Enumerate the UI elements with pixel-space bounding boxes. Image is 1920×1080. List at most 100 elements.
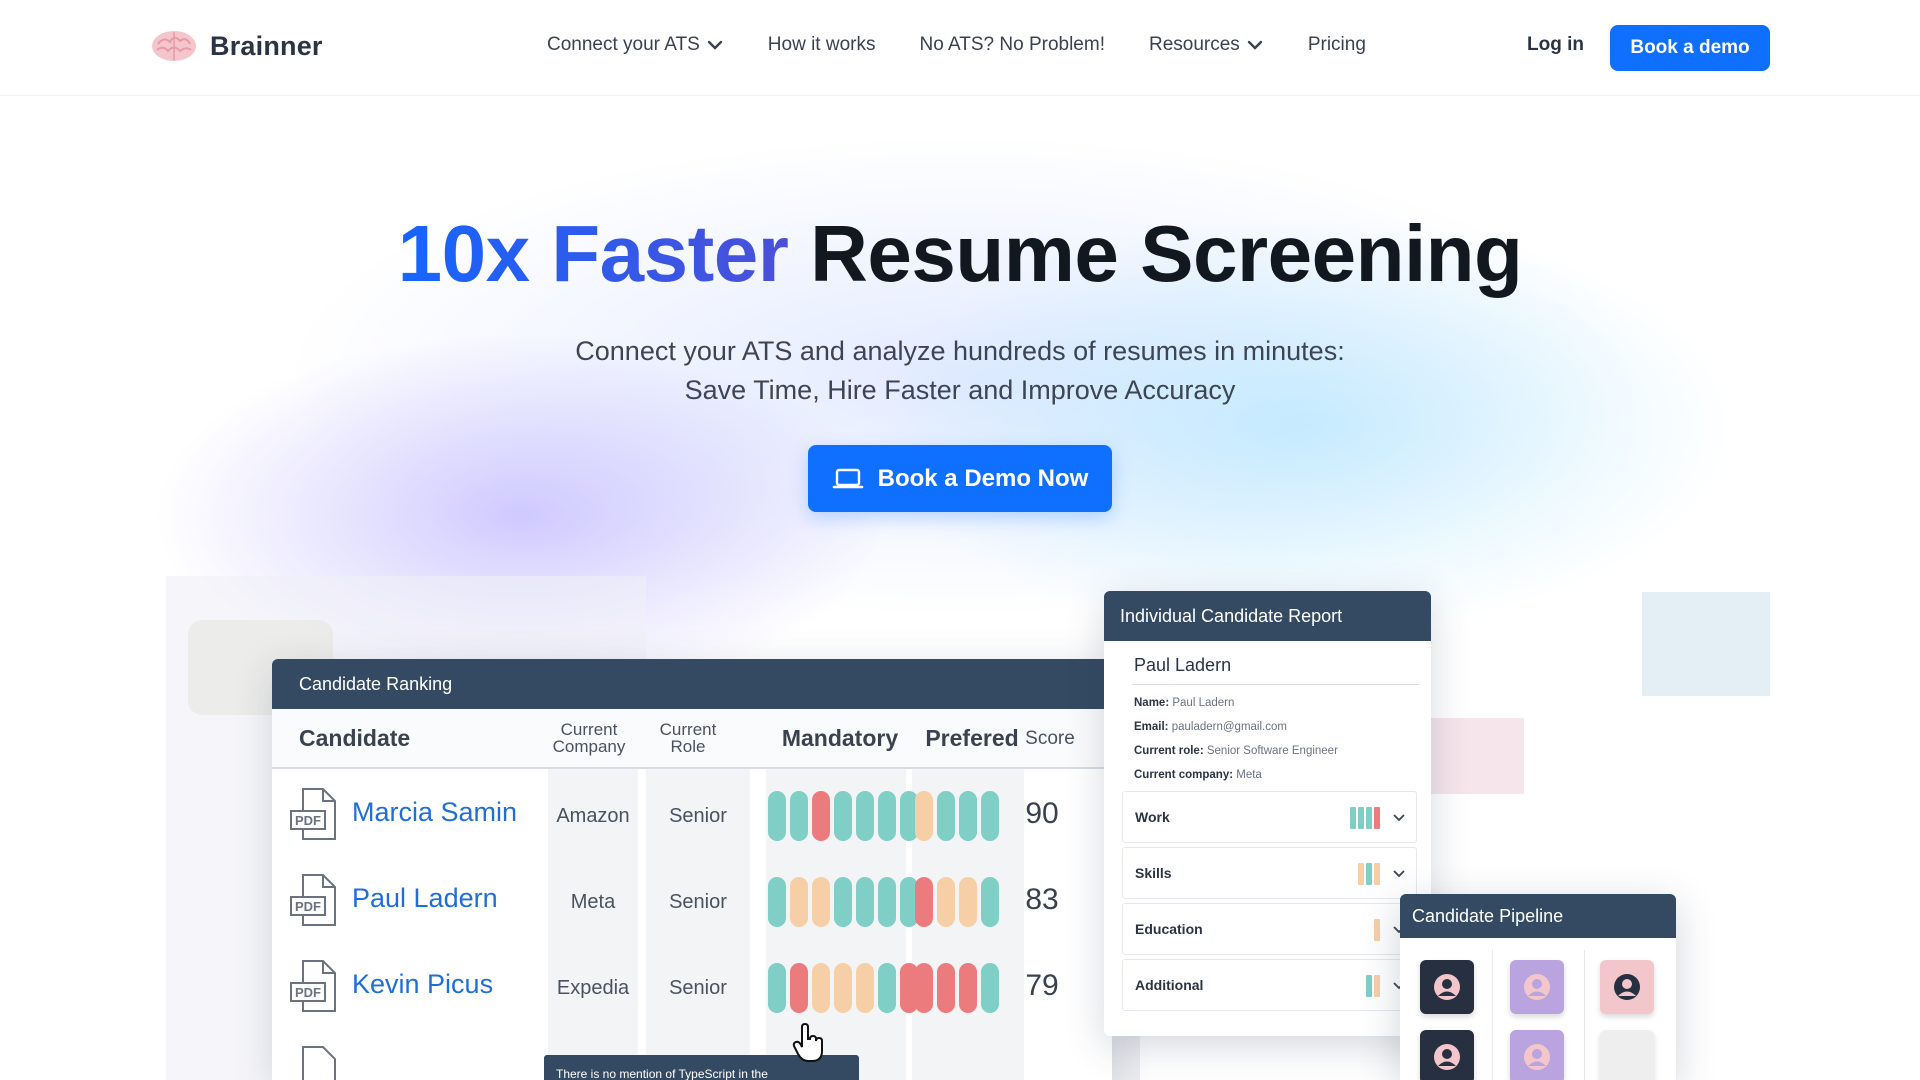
mandatory-bar[interactable] bbox=[768, 791, 786, 841]
preferred-bar[interactable] bbox=[959, 791, 977, 841]
chevron-down-icon[interactable] bbox=[1392, 810, 1406, 824]
mandatory-bar[interactable] bbox=[856, 963, 874, 1013]
candidate-avatar[interactable] bbox=[1510, 1030, 1564, 1080]
chevron-down-icon[interactable] bbox=[1392, 866, 1406, 880]
report-candidate-name: Paul Ladern bbox=[1134, 655, 1232, 675]
mandatory-bar[interactable] bbox=[768, 963, 786, 1013]
nav-link-pricing[interactable]: Pricing bbox=[1308, 34, 1366, 56]
mandatory-bar[interactable] bbox=[812, 791, 830, 841]
preferred-bar[interactable] bbox=[981, 877, 999, 927]
mandatory-bar[interactable] bbox=[834, 877, 852, 927]
column-header-preferred: Prefered bbox=[925, 725, 1019, 751]
candidate-role: Senior bbox=[669, 891, 727, 913]
preferred-bar[interactable] bbox=[915, 877, 933, 927]
nav-link-how-it-works[interactable]: How it works bbox=[768, 34, 876, 56]
preferred-bar[interactable] bbox=[981, 791, 999, 841]
report-field-company: Current company: Meta bbox=[1134, 769, 1262, 781]
mandatory-bar[interactable] bbox=[856, 877, 874, 927]
score-bar bbox=[1374, 863, 1380, 885]
report-section-education[interactable]: Education bbox=[1122, 903, 1417, 955]
score-bar bbox=[1358, 863, 1364, 885]
nav-link-resources[interactable]: Resources bbox=[1149, 34, 1264, 56]
report-section-skills[interactable]: Skills bbox=[1122, 847, 1417, 899]
individual-report-card: Individual Candidate Report Paul Ladern … bbox=[1104, 591, 1431, 1036]
candidate-company: Meta bbox=[570, 891, 616, 913]
column-header-role-line2: Role bbox=[670, 737, 706, 756]
pdf-label: PDF bbox=[295, 985, 321, 1000]
mandatory-bar[interactable] bbox=[768, 877, 786, 927]
preferred-bar[interactable] bbox=[959, 963, 977, 1013]
mandatory-bar[interactable] bbox=[790, 791, 808, 841]
report-section-label: Skills bbox=[1135, 865, 1172, 881]
preferred-bars bbox=[915, 963, 999, 1013]
mandatory-bar[interactable] bbox=[834, 963, 852, 1013]
book-demo-button[interactable]: Book a demo bbox=[1610, 25, 1770, 71]
divider bbox=[1132, 684, 1419, 685]
individual-report-title: Individual Candidate Report bbox=[1104, 591, 1431, 641]
candidate-avatar[interactable] bbox=[1600, 1030, 1654, 1080]
column-header-company-line2: Company bbox=[552, 737, 626, 756]
preferred-bar[interactable] bbox=[937, 963, 955, 1013]
book-demo-now-button[interactable]: Book a Demo Now bbox=[808, 445, 1112, 512]
candidate-name[interactable]: Kevin Picus bbox=[352, 969, 493, 1000]
mandatory-bar[interactable] bbox=[856, 791, 874, 841]
preferred-bars bbox=[915, 791, 999, 841]
field-key: Current company: bbox=[1134, 769, 1234, 781]
score-bar bbox=[1374, 975, 1380, 997]
nav-link-connect-ats[interactable]: Connect your ATS bbox=[547, 34, 724, 56]
candidate-avatar[interactable] bbox=[1600, 960, 1654, 1014]
hero-subtitle-line2: Save Time, Hire Faster and Improve Accur… bbox=[684, 375, 1236, 405]
mandatory-bar[interactable] bbox=[878, 791, 896, 841]
candidate-role: Senior bbox=[669, 805, 727, 827]
brand-name: Brainner bbox=[210, 30, 323, 61]
report-section-work[interactable]: Work bbox=[1122, 791, 1417, 843]
candidate-name[interactable]: Marcia Samin bbox=[352, 797, 517, 828]
score-bar bbox=[1366, 807, 1372, 829]
mandatory-bar[interactable] bbox=[790, 877, 808, 927]
mandatory-bars bbox=[768, 791, 918, 841]
candidate-company: Expedia bbox=[556, 977, 630, 999]
report-section-label: Education bbox=[1135, 921, 1203, 937]
hero-title-accent: 10x Faster bbox=[397, 209, 789, 298]
mandatory-bars bbox=[768, 963, 918, 1013]
candidate-avatar[interactable] bbox=[1420, 1030, 1474, 1080]
table-row[interactable]: PDF Kevin Picus Expedia Senior 79 bbox=[272, 947, 1112, 1033]
nav-link-label: How it works bbox=[767, 34, 876, 55]
pdf-file-icon: PDF bbox=[290, 960, 336, 1012]
report-section-additional[interactable]: Additional bbox=[1122, 959, 1417, 1011]
preferred-bar[interactable] bbox=[915, 791, 933, 841]
report-section-label: Additional bbox=[1135, 977, 1204, 993]
mandatory-bar[interactable] bbox=[834, 791, 852, 841]
top-navbar: Brainner Connect your ATS How it works N… bbox=[0, 0, 1920, 96]
field-value: Paul Ladern bbox=[1172, 697, 1235, 709]
nav-link-no-ats[interactable]: No ATS? No Problem! bbox=[919, 34, 1105, 56]
preferred-bar[interactable] bbox=[915, 963, 933, 1013]
mandatory-bar[interactable] bbox=[812, 877, 830, 927]
candidate-avatar[interactable] bbox=[1420, 960, 1474, 1014]
preferred-bar[interactable] bbox=[937, 877, 955, 927]
brain-icon bbox=[152, 31, 196, 61]
mandatory-bar[interactable] bbox=[812, 963, 830, 1013]
mandatory-bar[interactable] bbox=[790, 963, 808, 1013]
chevron-down-icon bbox=[1247, 40, 1263, 50]
brand-logo[interactable]: Brainner bbox=[150, 28, 323, 64]
preferred-bar[interactable] bbox=[981, 963, 999, 1013]
candidate-score: 79 bbox=[1025, 969, 1059, 1002]
preferred-bar[interactable] bbox=[959, 877, 977, 927]
candidate-name[interactable]: Paul Ladern bbox=[352, 883, 498, 914]
mandatory-bar[interactable] bbox=[878, 877, 896, 927]
nav-link-label: Pricing bbox=[1307, 34, 1366, 55]
table-row[interactable]: PDF Marcia Samin Amazon Senior 90 bbox=[272, 775, 1112, 861]
column-header-role-line1: Current bbox=[659, 720, 717, 739]
user-icon bbox=[1614, 974, 1640, 1000]
report-section-label: Work bbox=[1135, 809, 1170, 825]
preferred-bar[interactable] bbox=[937, 791, 955, 841]
mandatory-bar[interactable] bbox=[878, 963, 896, 1013]
field-value: Senior Software Engineer bbox=[1206, 745, 1338, 757]
table-row[interactable]: PDF Paul Ladern Meta Senior 83 bbox=[272, 861, 1112, 947]
candidate-avatar[interactable] bbox=[1510, 960, 1564, 1014]
pdf-file-icon: PDF bbox=[290, 874, 336, 926]
mandatory-bars bbox=[768, 877, 918, 927]
login-link[interactable]: Log in bbox=[1527, 34, 1584, 56]
candidate-score: 90 bbox=[1025, 797, 1059, 830]
